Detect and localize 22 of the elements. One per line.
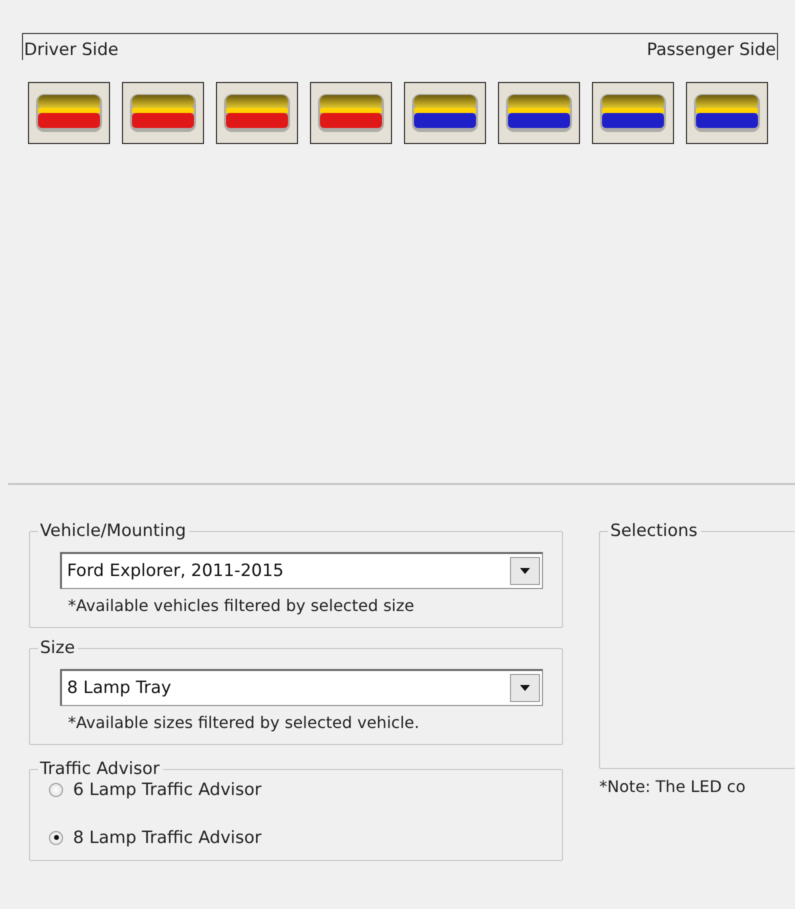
radio-option[interactable]: 8 Lamp Traffic Advisor [49,828,262,848]
passenger-side-label: Passenger Side [646,40,777,60]
hint-text: *Available vehicles filtered by selected size [68,595,416,617]
lamp-button[interactable] [498,82,580,144]
radio-option[interactable]: 6 Lamp Traffic Advisor [49,780,262,800]
lamp-button[interactable] [310,82,392,144]
lamp-button[interactable] [28,82,110,144]
driver-side-label: Driver Side [23,40,120,60]
dropdown-caret-icon [520,568,530,574]
lamp-button[interactable] [216,82,298,144]
radio-button[interactable] [49,830,63,844]
lamp-button[interactable] [686,82,768,144]
lamp-button[interactable] [592,82,674,144]
radio-button[interactable] [49,783,63,797]
dropdown-field[interactable]: Ford Explorer, 2011-2015 [60,552,543,589]
dropdown-field[interactable]: 8 Lamp Tray [60,669,543,706]
note-text: *Note: The LED co [599,777,747,796]
lamp-button[interactable] [404,82,486,144]
group-title: Vehicle/Mounting [38,520,190,542]
hint-text: *Available sizes filtered by selected vehicle. [68,712,420,734]
dropdown-caret-icon [520,685,530,691]
lamp-button[interactable] [122,82,204,144]
